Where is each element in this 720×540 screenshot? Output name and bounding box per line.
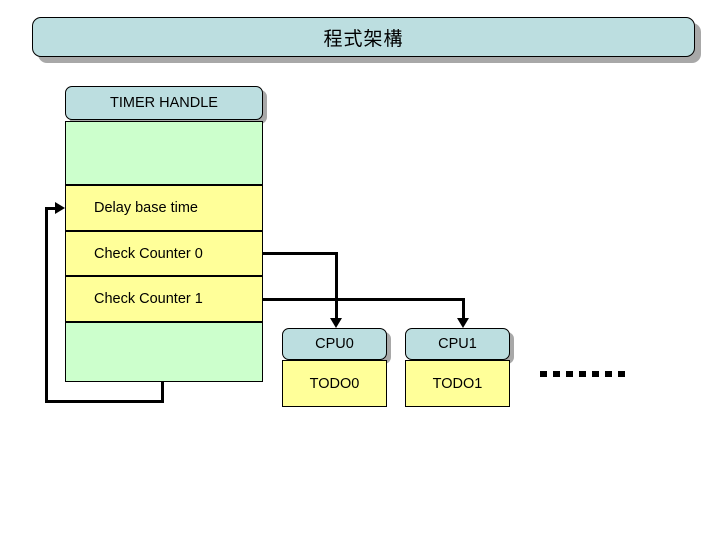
cpu1-todo-label: TODO1 <box>432 375 483 392</box>
timer-handle-row-delay-base-time: Delay base time <box>65 185 263 231</box>
slide-canvas: 程式架構 TIMER HANDLE Delay base time Check … <box>0 0 720 540</box>
connector-cc1-vertical <box>462 298 465 320</box>
cpu1-todo-box: TODO1 <box>405 360 510 407</box>
timer-handle-row-spacer-bottom <box>65 322 263 382</box>
connector-cc0-vertical <box>335 252 338 320</box>
timer-handle-row-label: Check Counter 0 <box>94 245 203 262</box>
timer-handle-header: TIMER HANDLE <box>65 86 263 120</box>
continuation-dashed-icon <box>540 371 626 377</box>
page-title: 程式架構 <box>323 28 404 50</box>
connector-cc1-horizontal <box>263 298 465 301</box>
connector-cc0-horizontal <box>263 252 338 255</box>
cpu0-todo-label: TODO0 <box>309 375 360 392</box>
timer-handle-row-label: Check Counter 1 <box>94 291 203 307</box>
cpu0-todo-box: TODO0 <box>282 360 387 407</box>
loop-connector-up <box>45 208 48 403</box>
timer-handle-row-check-counter-1: Check Counter 1 <box>65 276 263 322</box>
timer-handle-header-label: TIMER HANDLE <box>110 95 218 111</box>
timer-handle-row-spacer-top <box>65 121 263 185</box>
timer-handle-row-check-counter-0: Check Counter 0 <box>65 231 263 276</box>
timer-handle-row-label: Delay base time <box>94 200 198 216</box>
slide-title-bar: 程式架構 <box>32 17 695 57</box>
loop-connector-bottom <box>45 400 164 403</box>
arrowhead-to-delay-base-time <box>55 202 65 214</box>
cpu1-header-label: CPU1 <box>438 336 477 352</box>
cpu0-header-label: CPU0 <box>315 336 354 352</box>
arrowhead-to-cpu1 <box>457 318 469 328</box>
arrowhead-to-cpu0 <box>330 318 342 328</box>
cpu1-header: CPU1 <box>405 328 510 360</box>
cpu0-header: CPU0 <box>282 328 387 360</box>
